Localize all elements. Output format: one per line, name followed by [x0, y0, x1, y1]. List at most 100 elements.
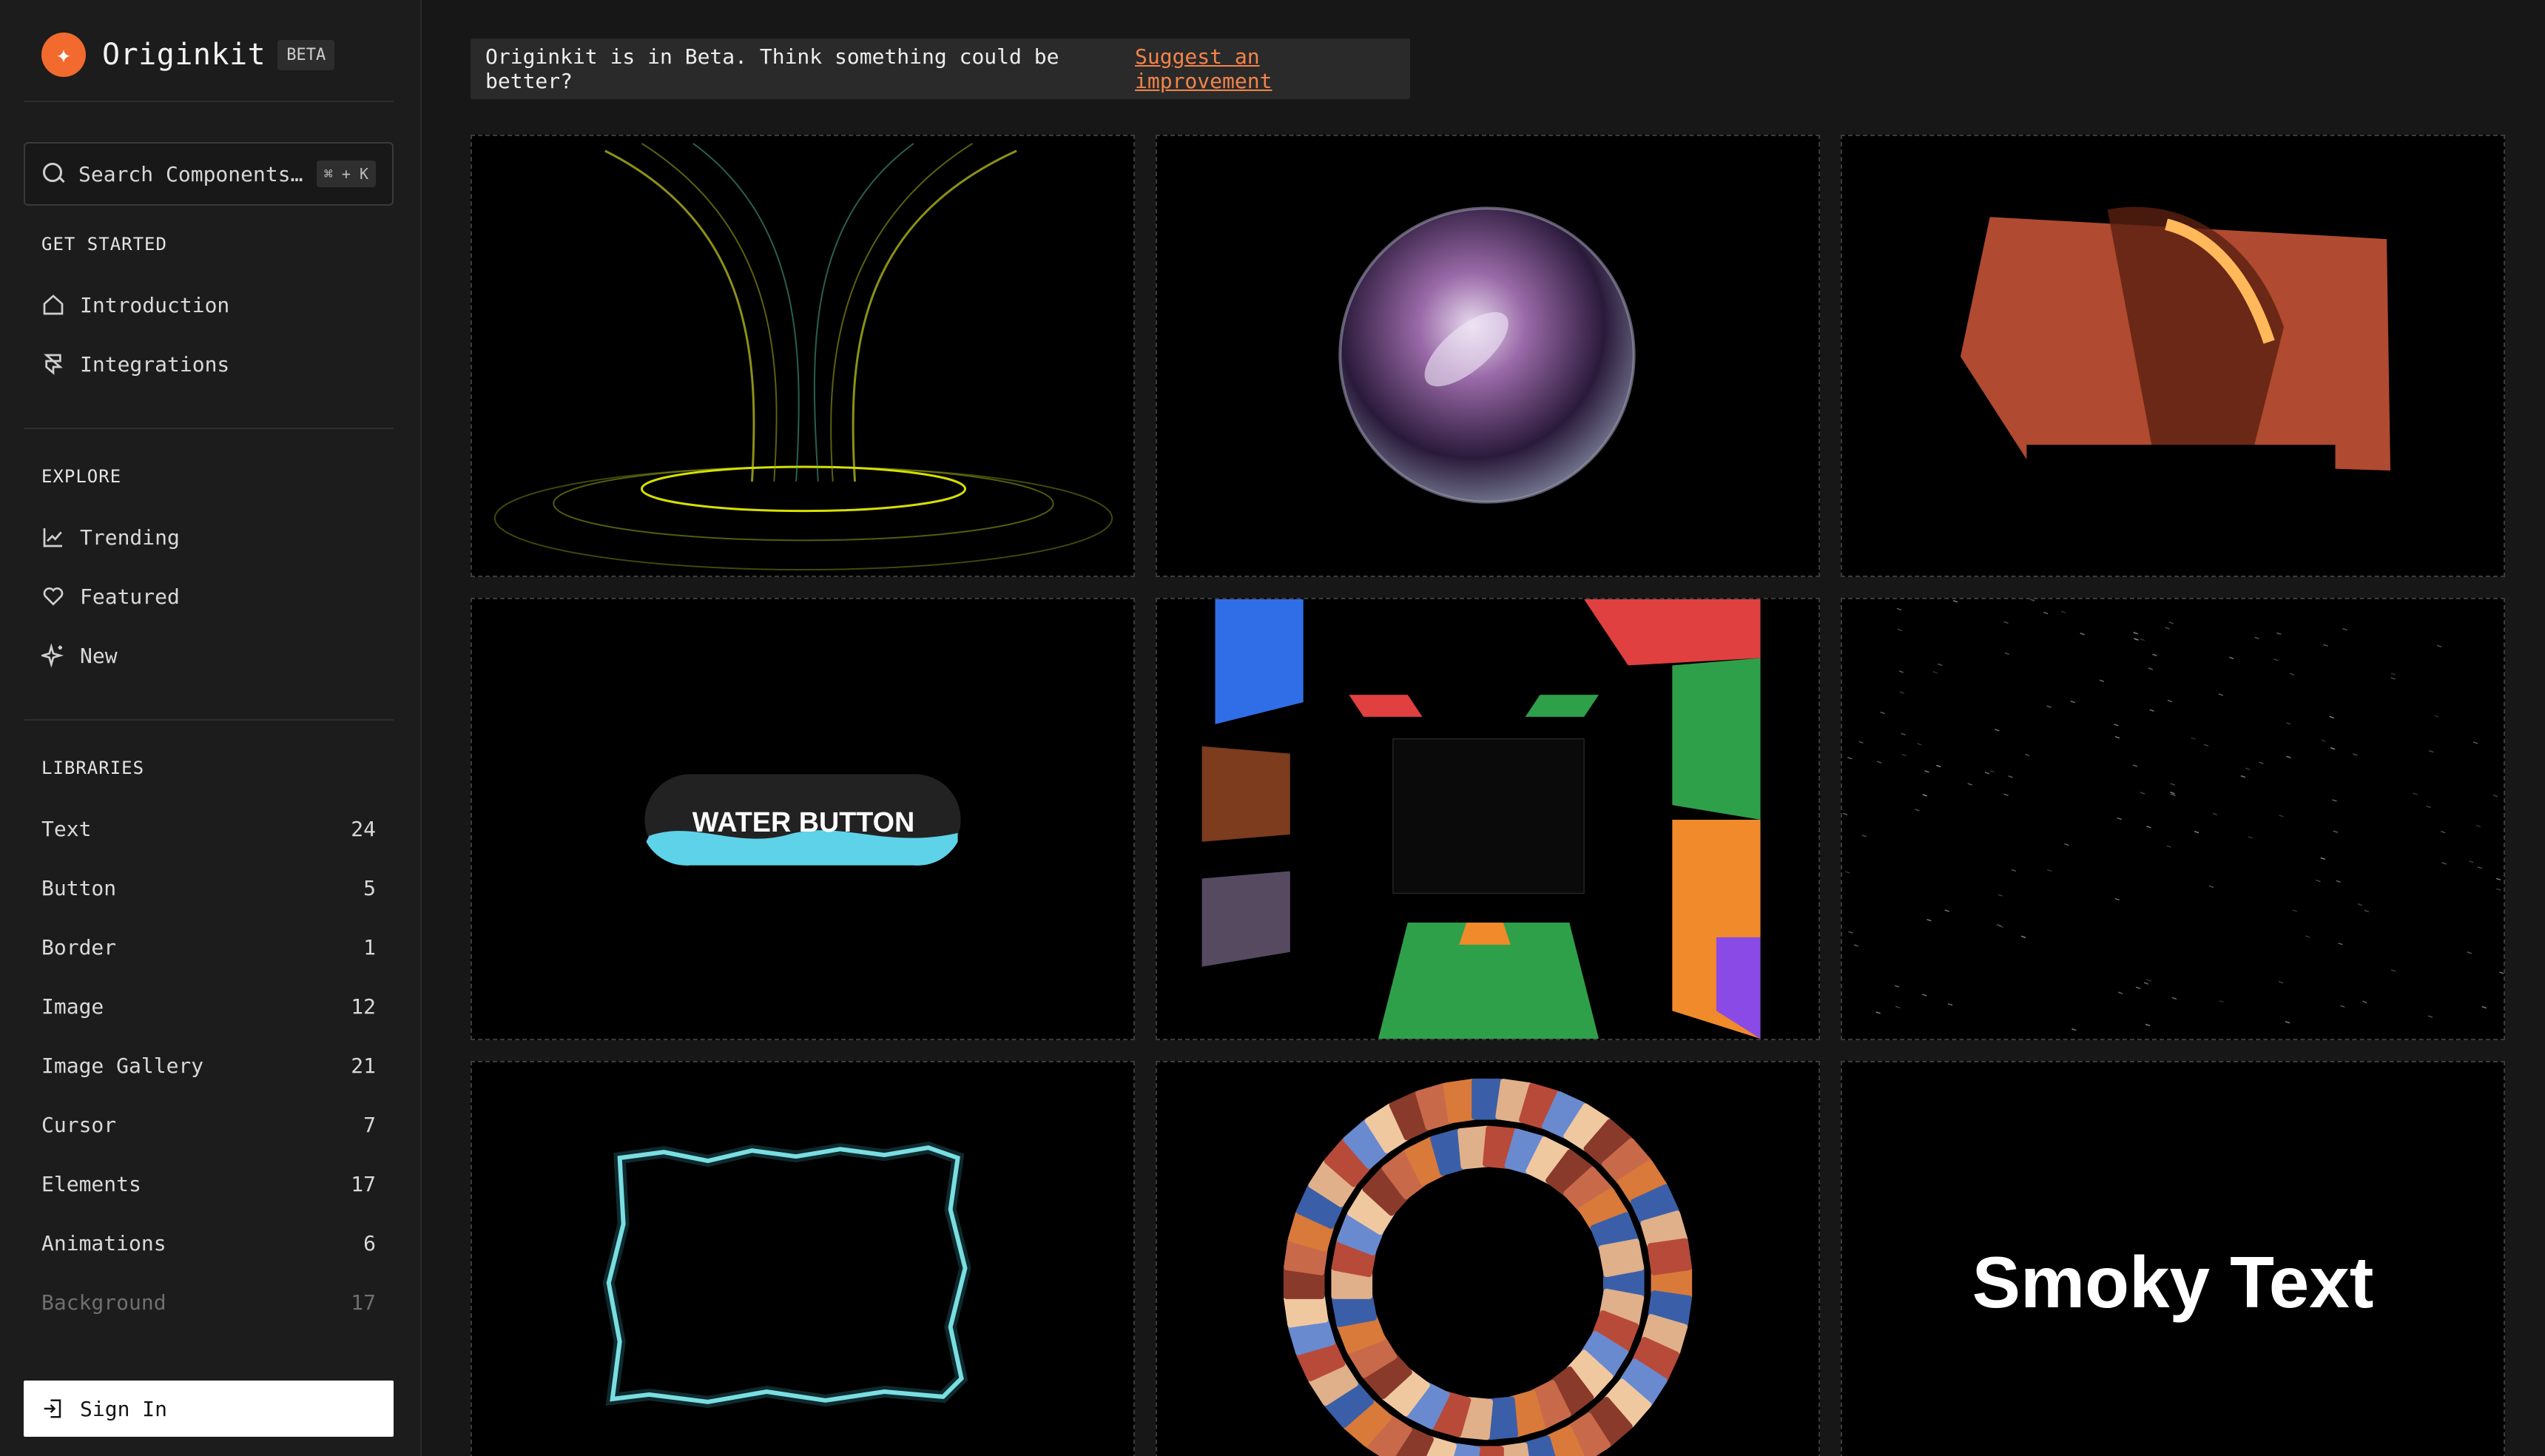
- star-streak: [1898, 670, 1904, 673]
- star-streak: [2020, 935, 2026, 939]
- sign-in-button[interactable]: Sign In: [24, 1381, 394, 1437]
- brand[interactable]: ✦ Originkit BETA: [41, 31, 335, 78]
- library-item-image-gallery[interactable]: Image Gallery 21: [41, 1045, 376, 1086]
- component-card-orb[interactable]: [1156, 135, 1820, 577]
- star-streak: [1901, 753, 1907, 757]
- nav-item-featured[interactable]: Featured: [41, 576, 382, 617]
- component-card-starfield[interactable]: [1841, 598, 2505, 1040]
- section-libraries: LIBRARIES: [41, 758, 145, 778]
- star-streak: [2495, 877, 2501, 880]
- library-label: Button: [41, 875, 117, 900]
- search-icon: [41, 161, 67, 186]
- component-card-water-button[interactable]: WATER BUTTON: [471, 598, 1135, 1040]
- search-shortcut: ⌘ + K: [316, 161, 376, 187]
- star-streak: [2004, 652, 2010, 655]
- library-item-image[interactable]: Image 12: [41, 985, 376, 1027]
- star-streak: [2353, 753, 2358, 756]
- star-streak: [1858, 741, 1864, 744]
- star-streak: [2440, 831, 2446, 834]
- component-card-image-ring[interactable]: [1156, 1061, 1820, 1456]
- library-item-cursor[interactable]: Cursor 7: [41, 1104, 376, 1145]
- framer-icon: [44, 354, 63, 375]
- star-streak: [2043, 611, 2049, 615]
- star-streak: [2357, 903, 2363, 906]
- star-streak: [2336, 880, 2341, 883]
- library-item-button[interactable]: Button 5: [41, 867, 376, 909]
- star-streak: [2285, 1021, 2290, 1024]
- star-streak: [2390, 969, 2396, 972]
- star-streak: [2286, 722, 2291, 725]
- nav-item-label: Featured: [80, 584, 180, 609]
- ring-image-tile: [1647, 1238, 1692, 1275]
- star-streak: [2114, 724, 2119, 727]
- star-streak: [2475, 824, 2481, 828]
- library-count: 1: [363, 934, 376, 960]
- library-count: 21: [351, 1053, 376, 1078]
- sign-in-icon: [44, 1399, 61, 1418]
- suggest-improvement-link[interactable]: Suggest an improvement: [1135, 44, 1395, 93]
- star-streak: [1897, 628, 1903, 632]
- component-card-electric-border[interactable]: [471, 1061, 1135, 1456]
- star-streak: [2140, 792, 2145, 795]
- star-streak: [1915, 809, 1920, 812]
- tunnel-gallery-preview: [1201, 599, 1761, 1039]
- library-item-text[interactable]: Text 24: [41, 808, 376, 849]
- star-streak: [1995, 729, 2000, 732]
- star-streak: [2146, 979, 2151, 982]
- beta-badge: BETA: [277, 39, 335, 70]
- library-item-border[interactable]: Border 1: [41, 926, 376, 968]
- star-streak: [1932, 671, 1938, 674]
- star-streak: [1853, 944, 1859, 947]
- nav-item-label: New: [80, 643, 118, 668]
- component-card-tunnel-gallery[interactable]: [1156, 598, 1820, 1040]
- brand-name: Originkit: [102, 38, 266, 72]
- star-streak: [1899, 691, 1905, 694]
- library-count: 17: [351, 1290, 376, 1315]
- star-streak: [2046, 705, 2052, 708]
- star-streak: [2492, 795, 2498, 798]
- star-streak: [2499, 971, 2504, 974]
- star-streak: [2276, 632, 2282, 636]
- library-count: 6: [363, 1230, 376, 1256]
- star-streak: [2338, 943, 2343, 946]
- library-item-animations[interactable]: Animations 6: [41, 1222, 376, 1264]
- vortex-preview: [493, 143, 1113, 571]
- component-card-smoky-text[interactable]: Smoky Text: [1841, 1061, 2505, 1456]
- star-streak: [2330, 746, 2336, 750]
- star-streak: [2099, 679, 2105, 682]
- star-streak: [2203, 744, 2209, 746]
- search-placeholder: Search Components…: [78, 161, 303, 186]
- component-card-image-distortion[interactable]: [1841, 135, 2505, 577]
- star-streak: [2332, 799, 2337, 802]
- nav-item-trending[interactable]: Trending: [41, 516, 382, 558]
- search-input[interactable]: Search Components… ⌘ + K: [24, 142, 394, 206]
- component-card-vortex[interactable]: [471, 135, 1135, 577]
- library-item-elements[interactable]: Elements 17: [41, 1163, 376, 1204]
- star-streak: [2117, 991, 2123, 994]
- star-streak: [2171, 997, 2177, 1000]
- water-button-preview: WATER BUTTON: [644, 774, 961, 866]
- nav-item-integrations[interactable]: Integrations: [41, 343, 382, 385]
- star-streak: [2134, 638, 2139, 641]
- star-streak: [2496, 888, 2501, 892]
- star-streak: [2064, 843, 2069, 846]
- star-streak: [2340, 1005, 2345, 1008]
- banner-text: Originkit is in Beta. Think something co…: [485, 44, 1059, 93]
- star-streak: [2240, 775, 2246, 778]
- originkit-logo-icon: ✦: [41, 33, 86, 77]
- star-streak: [2245, 767, 2251, 770]
- library-label: Text: [41, 816, 92, 841]
- star-streak: [2011, 869, 2017, 872]
- library-item-background[interactable]: Background 17: [41, 1281, 376, 1323]
- star-streak: [1917, 743, 1922, 746]
- star-streak: [1996, 923, 2001, 927]
- star-streak: [2167, 699, 2173, 703]
- star-streak: [1901, 732, 1906, 736]
- nav-item-introduction[interactable]: Introduction: [41, 284, 382, 326]
- star-streak: [2413, 792, 2418, 795]
- library-count: 7: [363, 1112, 376, 1137]
- star-streak: [2218, 693, 2224, 696]
- star-streak: [1938, 663, 1943, 667]
- star-streak: [1876, 761, 1882, 764]
- nav-item-new[interactable]: New: [41, 635, 382, 676]
